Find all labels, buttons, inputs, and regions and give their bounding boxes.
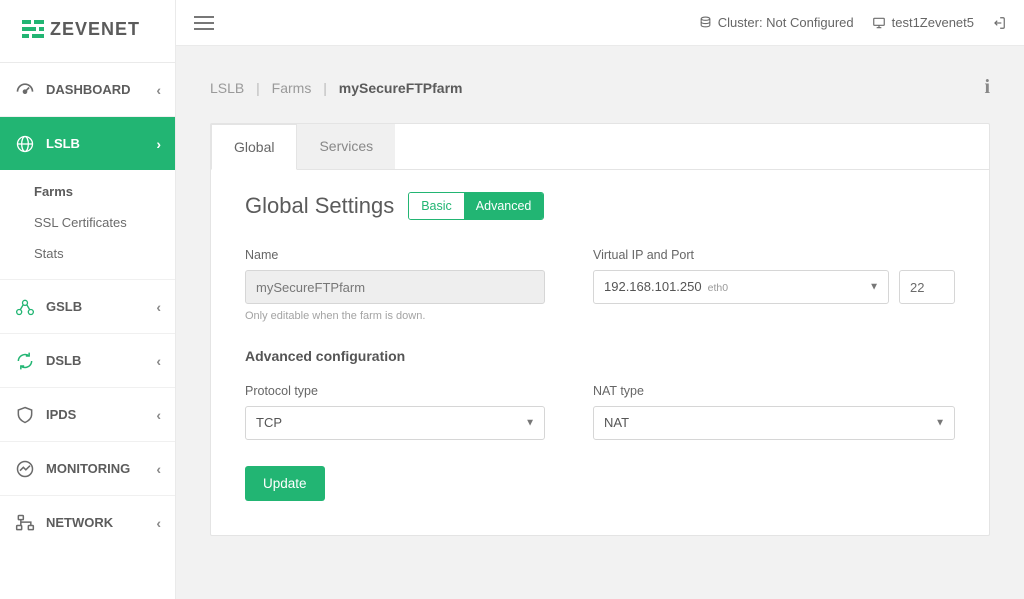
breadcrumb-farms[interactable]: Farms <box>272 80 312 96</box>
globe-icon <box>14 133 36 155</box>
nav-item-label: DASHBOARD <box>46 82 156 97</box>
chevron-left-icon: ‹ <box>156 461 161 477</box>
tabs: Global Services <box>211 124 989 170</box>
toggle-basic[interactable]: Basic <box>409 193 464 219</box>
chevron-left-icon: ‹ <box>156 353 161 369</box>
nat-select[interactable]: NAT <box>593 406 955 440</box>
nav-item-label: NETWORK <box>46 515 156 530</box>
vip-label: Virtual IP and Port <box>593 248 955 262</box>
nav-item-label: IPDS <box>46 407 156 422</box>
logout-icon[interactable] <box>992 16 1006 30</box>
hostname[interactable]: test1Zevenet5 <box>872 15 974 30</box>
nav-subnav-lslb: Farms SSL Certificates Stats <box>0 170 175 279</box>
nat-value: NAT <box>604 407 629 439</box>
shield-icon <box>14 404 36 426</box>
sidebar-toggle[interactable] <box>194 13 214 33</box>
sync-icon <box>14 350 36 372</box>
database-icon <box>699 16 712 29</box>
toggle-advanced[interactable]: Advanced <box>464 193 544 219</box>
nav-item-label: GSLB <box>46 299 156 314</box>
nav-item-dashboard[interactable]: DASHBOARD ‹ <box>0 62 175 116</box>
chart-icon <box>14 458 36 480</box>
globe-share-icon <box>14 296 36 318</box>
proto-select[interactable]: TCP <box>245 406 545 440</box>
vip-ip: 192.168.101.250 <box>604 271 702 303</box>
update-button[interactable]: Update <box>245 466 325 501</box>
network-icon <box>14 512 36 534</box>
nav-item-label: DSLB <box>46 353 156 368</box>
nav: DASHBOARD ‹ LSLB › Farms SSL Certificate… <box>0 62 175 549</box>
proto-label: Protocol type <box>245 384 545 398</box>
section-title: Global Settings <box>245 193 394 219</box>
nav-sub-stats[interactable]: Stats <box>0 238 175 269</box>
monitor-icon <box>872 16 886 30</box>
chevron-left-icon: ‹ <box>156 82 161 98</box>
name-input <box>245 270 545 304</box>
sidebar: ZEVENET DASHBOARD ‹ LSLB › Farms SSL Cer… <box>0 0 176 599</box>
nav-sub-farms[interactable]: Farms <box>0 176 175 207</box>
nav-item-dslb[interactable]: DSLB ‹ <box>0 333 175 387</box>
basic-advanced-toggle: Basic Advanced <box>408 192 544 220</box>
name-label: Name <box>245 248 545 262</box>
advanced-heading: Advanced configuration <box>245 348 955 364</box>
content: LSLB | Farms | mySecureFTPfarm i Global … <box>176 46 1024 599</box>
nav-item-label: MONITORING <box>46 461 156 476</box>
nat-label: NAT type <box>593 384 955 398</box>
info-icon[interactable]: i <box>984 76 990 99</box>
nav-item-label: LSLB <box>46 136 156 151</box>
vip-select[interactable]: 192.168.101.250 eth0 <box>593 270 889 304</box>
chevron-down-icon: › <box>156 136 161 152</box>
tab-global[interactable]: Global <box>211 124 297 170</box>
tab-services[interactable]: Services <box>297 124 395 169</box>
cluster-status[interactable]: Cluster: Not Configured <box>699 15 854 30</box>
breadcrumb-current: mySecureFTPfarm <box>339 80 463 96</box>
proto-value: TCP <box>256 407 282 439</box>
nav-item-ipds[interactable]: IPDS ‹ <box>0 387 175 441</box>
breadcrumb: LSLB | Farms | mySecureFTPfarm <box>210 80 462 96</box>
chevron-left-icon: ‹ <box>156 299 161 315</box>
cluster-status-text: Cluster: Not Configured <box>718 15 854 30</box>
name-help: Only editable when the farm is down. <box>245 310 545 322</box>
nav-item-lslb[interactable]: LSLB › <box>0 116 175 170</box>
nav-item-gslb[interactable]: GSLB ‹ <box>0 279 175 333</box>
brand-name: ZEVENET <box>50 19 140 40</box>
brand-logo: ZEVENET <box>0 0 175 62</box>
settings-card: Global Services Global Settings Basic Ad… <box>210 123 990 536</box>
nav-sub-ssl[interactable]: SSL Certificates <box>0 207 175 238</box>
breadcrumb-lslb[interactable]: LSLB <box>210 80 244 96</box>
vip-port-input[interactable] <box>899 270 955 304</box>
nav-item-monitoring[interactable]: MONITORING ‹ <box>0 441 175 495</box>
gauge-icon <box>14 79 36 101</box>
vip-iface: eth0 <box>708 272 728 304</box>
brand-logo-icon <box>22 18 44 40</box>
chevron-left-icon: ‹ <box>156 515 161 531</box>
hostname-text: test1Zevenet5 <box>892 15 974 30</box>
main: Cluster: Not Configured test1Zevenet5 LS… <box>176 0 1024 599</box>
nav-item-network[interactable]: NETWORK ‹ <box>0 495 175 549</box>
topbar: Cluster: Not Configured test1Zevenet5 <box>176 0 1024 46</box>
chevron-left-icon: ‹ <box>156 407 161 423</box>
